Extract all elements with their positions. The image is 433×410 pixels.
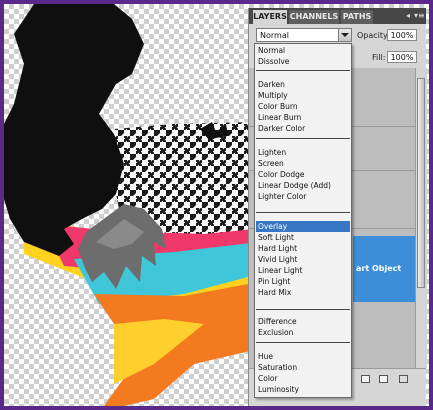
trash-icon[interactable] [399, 375, 408, 383]
menu-item-lighten[interactable]: Lighten [256, 147, 350, 158]
blend-mode-menu: Normal Dissolve Darken Multiply Color Bu… [254, 43, 352, 398]
fill-label: Fill: [372, 53, 386, 62]
menu-separator [256, 70, 350, 71]
menu-item-pin-light[interactable]: Pin Light [256, 276, 350, 287]
menu-item-hue[interactable]: Hue [256, 351, 350, 362]
folder-icon[interactable] [361, 375, 370, 383]
menu-item-normal[interactable]: Normal [256, 45, 350, 56]
menu-item-darken[interactable]: Darken [256, 79, 350, 90]
new-layer-icon[interactable] [379, 375, 388, 383]
opacity-input[interactable]: 100% [387, 29, 417, 41]
menu-item-color-burn[interactable]: Color Burn [256, 101, 350, 112]
panel-tab-bar: LAYERS CHANNELS PATHS ◂ ▾≡ [249, 8, 426, 24]
tab-paths[interactable]: PATHS [341, 10, 373, 24]
selected-layer-name: art Object [356, 264, 402, 273]
menu-item-darker-color[interactable]: Darker Color [256, 123, 350, 134]
blend-mode-select[interactable]: Normal [256, 28, 352, 42]
menu-item-color-dodge[interactable]: Color Dodge [256, 169, 350, 180]
menu-item-linear-dodge[interactable]: Linear Dodge (Add) [256, 180, 350, 191]
menu-item-screen[interactable]: Screen [256, 158, 350, 169]
blend-mode-value: Normal [260, 31, 289, 40]
menu-separator [256, 309, 350, 310]
menu-item-luminosity[interactable]: Luminosity [256, 384, 350, 395]
tab-channels[interactable]: CHANNELS [289, 10, 339, 24]
menu-item-lighter-color[interactable]: Lighter Color [256, 191, 350, 202]
menu-item-soft-light[interactable]: Soft Light [256, 232, 350, 243]
menu-item-saturation[interactable]: Saturation [256, 362, 350, 373]
menu-item-linear-burn[interactable]: Linear Burn [256, 112, 350, 123]
menu-item-hard-mix[interactable]: Hard Mix [256, 287, 350, 298]
panel-collapse-icon[interactable]: ◂ [406, 11, 410, 21]
menu-separator [256, 138, 350, 139]
menu-item-exclusion[interactable]: Exclusion [256, 327, 350, 338]
menu-item-difference[interactable]: Difference [256, 316, 350, 327]
panel-menu-icon[interactable]: ▾≡ [414, 11, 425, 21]
opacity-label: Opacity: [357, 31, 390, 40]
menu-item-overlay[interactable]: Overlay [256, 221, 350, 232]
layers-scrollbar[interactable] [415, 68, 427, 368]
menu-item-hard-light[interactable]: Hard Light [256, 243, 350, 254]
scroll-thumb[interactable] [417, 78, 425, 288]
menu-item-multiply[interactable]: Multiply [256, 90, 350, 101]
menu-separator [256, 212, 350, 213]
menu-item-linear-light[interactable]: Linear Light [256, 265, 350, 276]
menu-item-dissolve[interactable]: Dissolve [256, 56, 350, 67]
chevron-down-icon[interactable] [338, 29, 351, 41]
menu-separator [256, 342, 350, 343]
menu-item-color[interactable]: Color [256, 373, 350, 384]
fill-input[interactable]: 100% [387, 51, 417, 63]
tab-layers[interactable]: LAYERS [253, 10, 287, 24]
menu-item-vivid-light[interactable]: Vivid Light [256, 254, 350, 265]
